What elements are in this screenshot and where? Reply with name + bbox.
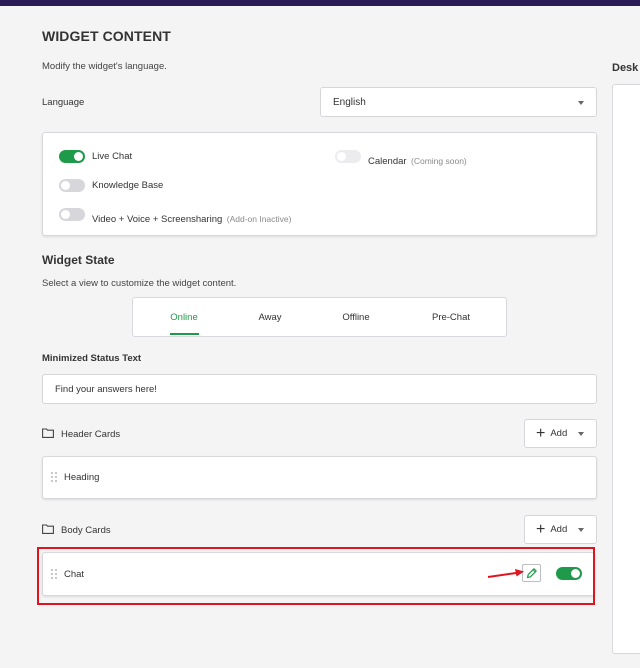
live-chat-label: Live Chat <box>92 151 133 162</box>
section-title-widget-content: WIDGET CONTENT <box>42 28 171 44</box>
chevron-down-icon <box>578 432 584 436</box>
channels-card: Live Chat Calendar (Coming soon) Knowled… <box>42 132 597 236</box>
minimized-status-input[interactable]: Find your answers here! <box>42 374 597 404</box>
right-panel-title: Desk <box>612 62 639 74</box>
knowledge-base-toggle[interactable] <box>59 179 85 192</box>
minimized-status-label: Minimized Status Text <box>42 353 142 364</box>
folder-icon <box>42 428 54 438</box>
widget-content-subtitle: Modify the widget's language. <box>42 61 167 72</box>
calendar-toggle <box>335 150 361 163</box>
video-toggle[interactable] <box>59 208 85 221</box>
calendar-label: Calendar <box>368 156 407 167</box>
live-chat-toggle[interactable] <box>59 150 85 163</box>
header-cards-label: Header Cards <box>61 429 121 440</box>
minimized-status-value: Find your answers here! <box>55 383 157 395</box>
header-card-row[interactable]: Heading <box>42 456 597 499</box>
header-card-label: Heading <box>64 472 100 483</box>
video-label: Video + Voice + Screensharing <box>92 214 223 225</box>
header-cards-add-button[interactable]: + Add <box>524 419 597 448</box>
section-title-widget-state: Widget State <box>42 253 115 267</box>
plus-icon: + <box>536 520 546 538</box>
folder-icon <box>42 524 54 534</box>
tab-away[interactable]: Away <box>243 312 297 323</box>
preview-panel <box>612 84 640 654</box>
language-select-value: English <box>333 96 366 108</box>
tab-offline[interactable]: Offline <box>329 312 383 323</box>
video-option: Video + Voice + Screensharing (Add-on In… <box>92 209 291 227</box>
tab-online[interactable]: Online <box>157 312 211 323</box>
chevron-down-icon <box>578 101 584 105</box>
video-note: (Add-on Inactive) <box>226 214 292 224</box>
tab-pre-chat[interactable]: Pre-Chat <box>419 312 483 323</box>
calendar-option: Calendar (Coming soon) <box>368 151 467 169</box>
body-cards-add-label: Add <box>550 524 568 535</box>
language-select[interactable]: English <box>320 87 597 117</box>
plus-icon: + <box>536 424 546 442</box>
top-bar <box>0 0 640 6</box>
widget-state-subtitle: Select a view to customize the widget co… <box>42 278 237 289</box>
language-label: Language <box>42 97 85 108</box>
chevron-down-icon <box>578 528 584 532</box>
body-cards-label: Body Cards <box>61 525 111 536</box>
body-cards-add-button[interactable]: + Add <box>524 515 597 544</box>
knowledge-base-label: Knowledge Base <box>92 180 164 191</box>
header-cards-add-label: Add <box>550 428 568 439</box>
drag-handle-icon[interactable] <box>51 472 58 484</box>
calendar-note: (Coming soon) <box>411 156 467 166</box>
arrow-annotation-icon <box>487 569 524 578</box>
widget-state-tabs: Online Away Offline Pre-Chat <box>132 297 507 337</box>
tab-active-indicator <box>170 333 199 335</box>
